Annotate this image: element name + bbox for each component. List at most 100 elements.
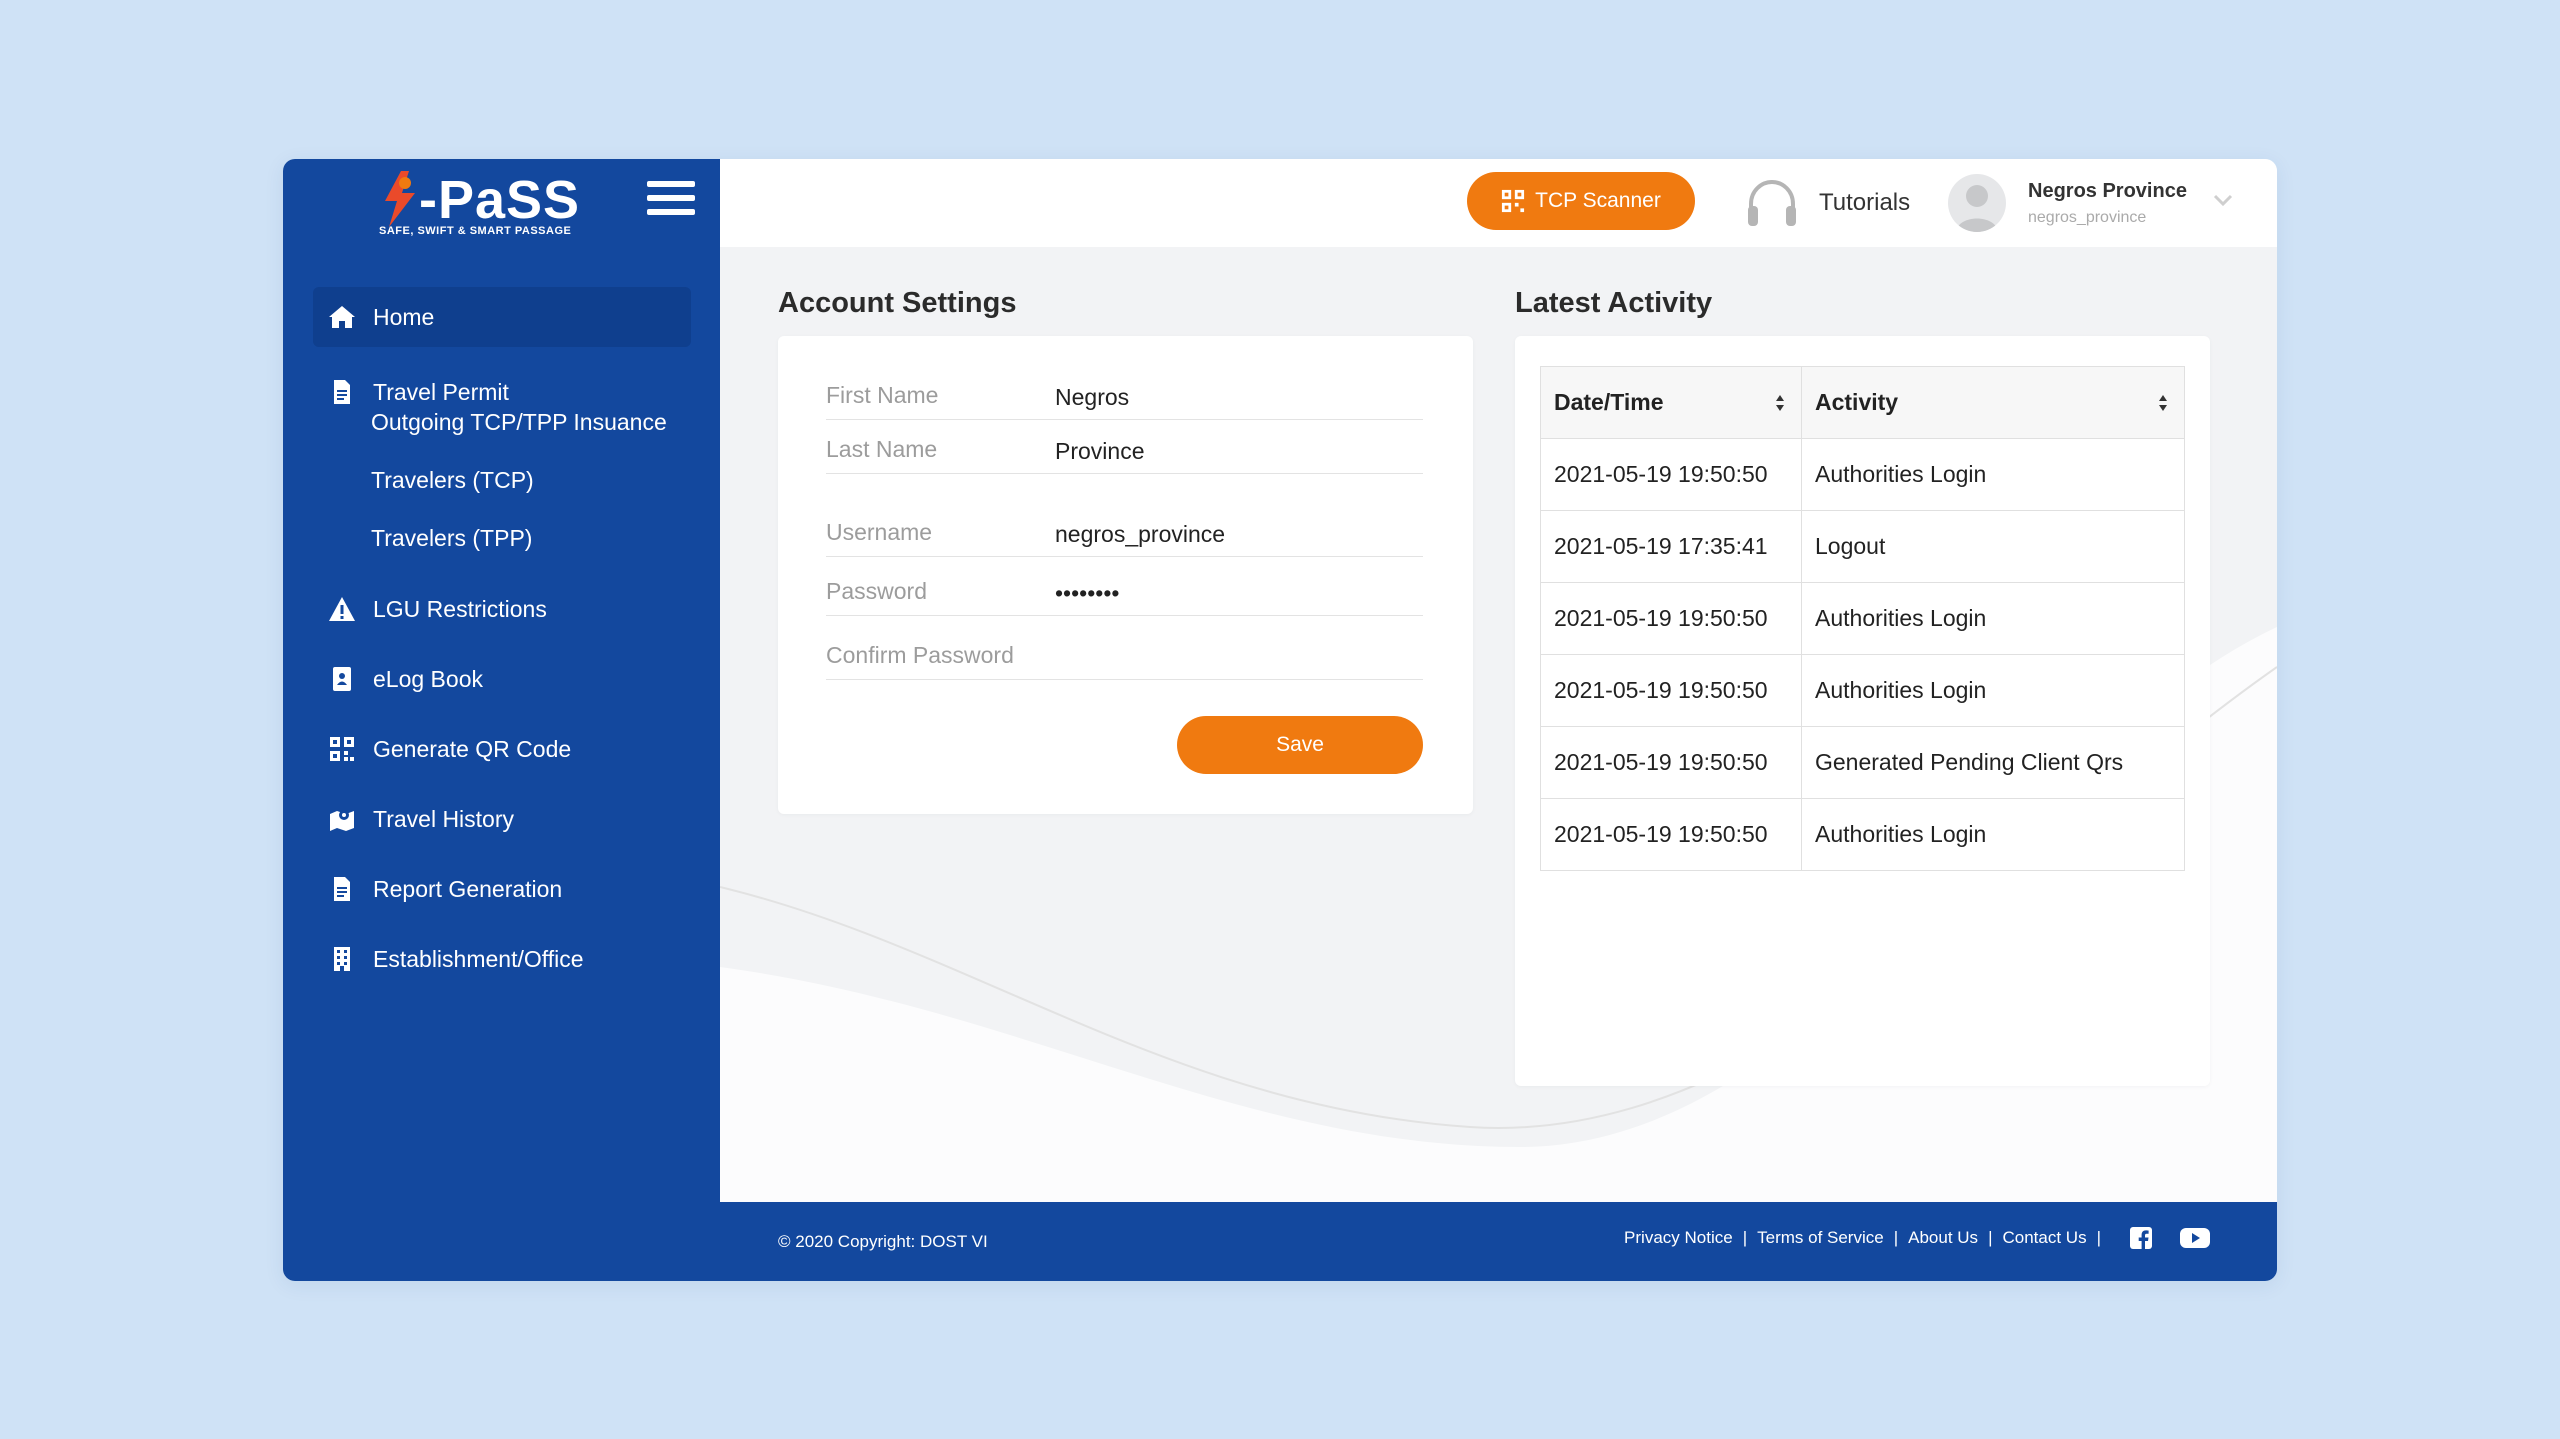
app-window: -PaSS SAFE, SWIFT & SMART PASSAGE Home T… [283,159,2277,1281]
logo-area: -PaSS SAFE, SWIFT & SMART PASSAGE [283,159,720,249]
table-row: 2021-05-19 19:50:50 Authorities Login [1540,654,2185,727]
sidebar: -PaSS SAFE, SWIFT & SMART PASSAGE Home T… [283,159,720,1281]
about-us-link[interactable]: About Us [1908,1228,1978,1248]
menu-toggle-button[interactable] [647,181,695,225]
column-header-activity[interactable]: Activity [1801,366,2185,439]
activity-cell: Authorities Login [1801,582,2185,655]
user-name: Negros Province [2028,179,2187,202]
qr-code-icon [1502,189,1525,213]
datetime-cell: 2021-05-19 19:50:50 [1540,654,1802,727]
hamburger-line [647,209,695,215]
table-row: 2021-05-19 19:50:50 Authorities Login [1540,798,2185,871]
avatar [1948,174,2006,232]
logo-tagline: SAFE, SWIFT & SMART PASSAGE [379,225,572,237]
sidebar-item-establishment[interactable]: Establishment/Office [313,929,691,989]
sidebar-item-generate-qr[interactable]: Generate QR Code [313,719,691,779]
sidebar-subitem-outgoing[interactable]: Outgoing TCP/TPP Insuance [371,402,667,442]
document-icon [327,377,357,407]
footer-divider: | [1893,1228,1899,1247]
sidebar-item-lgu-restrictions[interactable]: LGU Restrictions [313,579,691,639]
tutorials-link[interactable]: Tutorials [1745,173,1910,233]
sort-icon [1776,395,1784,411]
footer-divider: | [1742,1228,1748,1247]
sort-icon [2159,395,2167,411]
account-settings-card: First Name Last Name Username Password C… [778,336,1473,814]
activity-cell: Authorities Login [1801,798,2185,871]
terms-of-service-link[interactable]: Terms of Service [1757,1228,1884,1248]
last-name-field[interactable] [1055,438,1415,465]
qr-code-icon [327,734,357,764]
first-name-row: First Name [826,376,1423,420]
latest-activity-card: Date/Time Activity 2021-05-19 19:50:50 A… [1515,336,2210,1086]
activity-cell: Logout [1801,510,2185,583]
copyright-text: © 2020 Copyright: DOST VI [778,1232,988,1251]
latest-activity-title: Latest Activity [1515,287,1713,319]
sidebar-item-label: LGU Restrictions [373,595,547,622]
column-header-datetime[interactable]: Date/Time [1540,366,1802,439]
headphones-icon [1748,179,1796,226]
username-label: Username [826,519,933,545]
privacy-notice-link[interactable]: Privacy Notice [1624,1228,1733,1248]
save-button[interactable]: Save [1177,716,1423,774]
chevron-down-icon [2213,194,2233,207]
logo[interactable]: -PaSS SAFE, SWIFT & SMART PASSAGE [379,169,589,244]
logo-text: -PaSS [419,170,581,230]
confirm-password-field[interactable] [1055,644,1415,671]
home-icon [327,302,357,332]
tcp-scanner-label: TCP Scanner [1535,189,1661,212]
password-field[interactable] [1055,580,1415,607]
sidebar-item-report-generation[interactable]: Report Generation [313,859,691,919]
password-label: Password [826,578,927,604]
table-row: 2021-05-19 19:50:50 Generated Pending Cl… [1540,726,2185,799]
sidebar-subitem-travelers-tcp[interactable]: Travelers (TCP) [371,460,534,500]
tutorials-label: Tutorials [1819,189,1911,216]
first-name-label: First Name [826,382,939,408]
first-name-field[interactable] [1055,384,1415,411]
password-row: Password [826,572,1423,616]
contact-us-link[interactable]: Contact Us [2002,1228,2086,1248]
sidebar-item-label: eLog Book [373,665,483,692]
username-field[interactable] [1055,521,1415,548]
document-icon [327,874,357,904]
footer-divider: | [1988,1228,1993,1247]
confirm-password-row: Confirm Password [826,636,1423,680]
activity-cell: Generated Pending Client Qrs [1801,726,2185,799]
footer: © 2020 Copyright: DOST VI Privacy Notice… [720,1202,2277,1281]
facebook-icon[interactable] [2129,1226,2153,1250]
table-header-row: Date/Time Activity [1540,366,2185,439]
datetime-cell: 2021-05-19 19:50:50 [1540,438,1802,511]
username-row: Username [826,513,1423,557]
sidebar-item-label: Report Generation [373,875,563,902]
map-pin-icon [327,804,357,834]
activity-cell: Authorities Login [1801,438,2185,511]
column-header-label: Activity [1815,389,1899,415]
sidebar-item-label: Travel History [373,805,514,832]
sidebar-item-label: Home [373,303,435,330]
logbook-icon [327,664,357,694]
last-name-label: Last Name [826,436,938,462]
datetime-cell: 2021-05-19 19:50:50 [1540,798,1802,871]
tcp-scanner-button[interactable]: TCP Scanner [1467,172,1695,230]
confirm-password-label: Confirm Password [826,642,1014,668]
account-settings-title: Account Settings [778,287,1017,319]
sidebar-subitem-travelers-tpp[interactable]: Travelers (TPP) [371,518,532,558]
table-row: 2021-05-19 19:50:50 Authorities Login [1540,438,2185,511]
building-icon [327,944,357,974]
column-header-label: Date/Time [1554,389,1664,415]
sidebar-item-elog-book[interactable]: eLog Book [313,649,691,709]
hamburger-line [647,195,695,201]
sidebar-item-label: Establishment/Office [373,945,584,972]
sidebar-item-label: Generate QR Code [373,735,572,762]
hamburger-line [647,181,695,187]
sidebar-item-home[interactable]: Home [313,287,691,347]
top-header: TCP Scanner Tutorials Negros Province ne… [720,159,2277,247]
user-handle: negros_province [2028,208,2147,226]
last-name-row: Last Name [826,430,1423,474]
footer-divider: | [2096,1228,2101,1247]
content-area: Account Settings First Name Last Name Us… [720,247,2277,1202]
datetime-cell: 2021-05-19 19:50:50 [1540,726,1802,799]
user-menu[interactable]: Negros Province negros_province [1948,171,2248,235]
table-row: 2021-05-19 19:50:50 Authorities Login [1540,582,2185,655]
youtube-icon[interactable] [2179,1226,2211,1250]
sidebar-item-travel-history[interactable]: Travel History [313,789,691,849]
